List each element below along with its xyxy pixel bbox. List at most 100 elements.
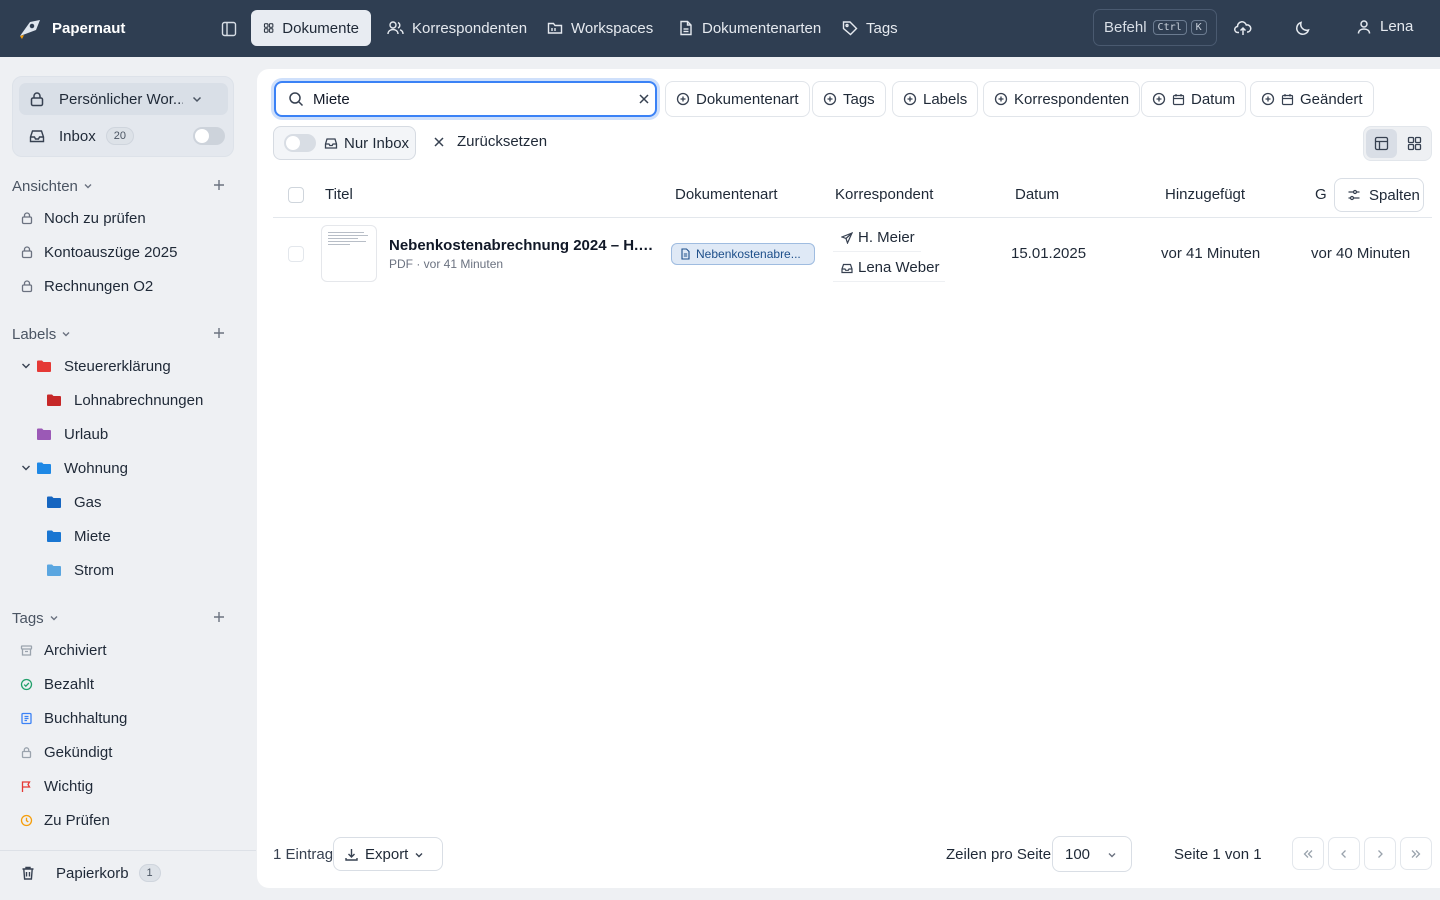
lock-icon: [21, 746, 32, 758]
sidebar-toggle-icon[interactable]: [218, 18, 240, 40]
document-title[interactable]: Nebenkostenabrechnung 2024 – H. Meier: [389, 237, 655, 254]
row-added: vor 41 Minuten: [1161, 245, 1261, 262]
label-item-miete[interactable]: Miete: [46, 524, 111, 548]
next-page-button[interactable]: [1364, 837, 1396, 870]
view-item[interactable]: Kontoauszüge 2025: [20, 240, 177, 264]
filter-labels[interactable]: Labels: [892, 81, 979, 117]
nav-label: Korrespondenten: [412, 19, 528, 37]
clear-search-icon[interactable]: [638, 93, 650, 105]
prev-page-button[interactable]: [1328, 837, 1360, 870]
column-korrespondent[interactable]: Korrespondent: [835, 186, 933, 203]
tags-section-header[interactable]: Tags: [12, 608, 230, 628]
lock-icon: [21, 280, 33, 293]
tag-item-gekuendigt[interactable]: Gekündigt: [20, 740, 112, 764]
correspondent-to[interactable]: Lena Weber: [833, 254, 946, 282]
chevron-down-icon: [1108, 853, 1116, 858]
brand[interactable]: Papernaut: [16, 14, 125, 42]
tag-label: Wichtig: [44, 777, 94, 795]
doctype-badge[interactable]: Nebenkostenabre...: [671, 243, 815, 265]
row-checkbox[interactable]: [288, 246, 304, 262]
plus-circle-icon: [994, 92, 1008, 106]
label-item-gas[interactable]: Gas: [46, 490, 102, 514]
upload-cloud-icon[interactable]: [1232, 17, 1254, 39]
chevron-down-icon[interactable]: [20, 462, 32, 474]
views-section-header[interactable]: Ansichten: [12, 176, 230, 196]
export-button[interactable]: Export: [333, 837, 443, 871]
trash-item[interactable]: Papierkorb 1: [20, 864, 161, 882]
inbox-icon: [841, 263, 853, 273]
select-all-checkbox[interactable]: [288, 187, 304, 203]
tag-item-bezahlt[interactable]: Bezahlt: [20, 672, 94, 696]
labels-section-header[interactable]: Labels: [12, 324, 230, 344]
inbox-row[interactable]: Inbox 20: [29, 124, 225, 148]
page-info: Seite 1 von 1: [1174, 846, 1262, 863]
lock-icon: [30, 92, 44, 107]
columns-button[interactable]: Spalten: [1334, 178, 1424, 212]
main-panel: Miete Dokumentenart Tags Labels Korrespo…: [257, 69, 1440, 888]
first-page-button[interactable]: [1292, 837, 1324, 870]
document-thumbnail[interactable]: [321, 225, 377, 282]
user-menu[interactable]: Lena: [1356, 18, 1413, 35]
app-name: Papernaut: [52, 19, 126, 37]
search-input[interactable]: Miete: [274, 81, 657, 117]
last-page-button[interactable]: [1400, 837, 1432, 870]
label-item-steuererklaerung[interactable]: Steuererklärung: [20, 354, 171, 378]
view-item[interactable]: Rechnungen O2: [20, 274, 153, 298]
nav-dokumentenarten[interactable]: Dokumentenarten: [666, 10, 833, 46]
column-dokumentenart[interactable]: Dokumentenart: [675, 186, 778, 203]
nav-dokumente[interactable]: Dokumente: [251, 10, 371, 46]
tag-item-archiviert[interactable]: Archiviert: [20, 638, 107, 662]
filter-korrespondenten[interactable]: Korrespondenten: [983, 81, 1141, 117]
chevron-down-icon[interactable]: [20, 360, 32, 372]
grid-view-button[interactable]: [1399, 129, 1430, 158]
plus-circle-icon: [1152, 92, 1166, 106]
only-inbox-label: Nur Inbox: [344, 134, 410, 152]
document-subtitle: PDF · vor 41 Minuten: [389, 257, 504, 271]
nav-workspaces[interactable]: Workspaces: [535, 10, 665, 46]
users-icon: [387, 21, 404, 35]
table-icon: [1374, 136, 1389, 151]
label-item-lohnabrechnungen[interactable]: Lohnabrechnungen: [46, 388, 203, 412]
filter-label: Dokumentenart: [696, 90, 799, 108]
nav-tags[interactable]: Tags: [830, 10, 910, 46]
plus-icon[interactable]: [212, 326, 226, 340]
moon-icon[interactable]: [1292, 17, 1314, 39]
filter-datum[interactable]: Datum: [1141, 81, 1247, 117]
column-hinzugefuegt[interactable]: Hinzugefügt: [1165, 186, 1245, 203]
plus-icon[interactable]: [212, 610, 226, 624]
column-geaendert[interactable]: G: [1315, 186, 1327, 203]
tag-item-wichtig[interactable]: Wichtig: [20, 774, 93, 798]
column-datum[interactable]: Datum: [1015, 186, 1059, 203]
reset-button[interactable]: Zurücksetzen: [433, 133, 547, 150]
command-button[interactable]: Befehl Ctrl K: [1093, 9, 1217, 46]
tag-item-buchhaltung[interactable]: Buchhaltung: [20, 706, 127, 730]
correspondent-from[interactable]: H. Meier: [833, 224, 921, 252]
toggle-switch[interactable]: [284, 134, 316, 152]
label-text: Wohnung: [64, 459, 128, 477]
reset-label: Zurücksetzen: [457, 133, 548, 150]
workspace-selector[interactable]: Persönlicher Wor...: [19, 83, 228, 115]
plus-circle-icon: [903, 92, 917, 106]
table-view-button[interactable]: [1366, 129, 1397, 158]
inbox-toggle[interactable]: [193, 127, 225, 145]
filter-dokumentenart[interactable]: Dokumentenart: [665, 81, 810, 117]
filter-tags[interactable]: Tags: [812, 81, 886, 117]
flag-icon: [21, 780, 31, 792]
only-inbox-toggle[interactable]: Nur Inbox: [273, 126, 416, 160]
user-icon: [1357, 19, 1371, 34]
correspondent-from-name: H. Meier: [858, 229, 915, 246]
filter-geaendert[interactable]: Geändert: [1250, 81, 1374, 117]
label-item-strom[interactable]: Strom: [46, 558, 114, 582]
column-titel[interactable]: Titel: [325, 186, 353, 203]
view-item[interactable]: Noch zu prüfen: [20, 206, 146, 230]
label-item-urlaub[interactable]: Urlaub: [36, 422, 108, 446]
plus-icon[interactable]: [212, 178, 226, 192]
sliders-icon: [1348, 189, 1360, 201]
chevron-down-icon: [62, 332, 70, 337]
rows-per-page-select[interactable]: 100: [1052, 836, 1132, 872]
nav-korrespondenten[interactable]: Korrespondenten: [375, 10, 539, 46]
chevron-down-icon: [50, 616, 58, 621]
trash-label: Papierkorb: [56, 864, 129, 882]
tag-item-zu-pruefen[interactable]: Zu Prüfen: [20, 808, 110, 832]
label-item-wohnung[interactable]: Wohnung: [20, 456, 128, 480]
